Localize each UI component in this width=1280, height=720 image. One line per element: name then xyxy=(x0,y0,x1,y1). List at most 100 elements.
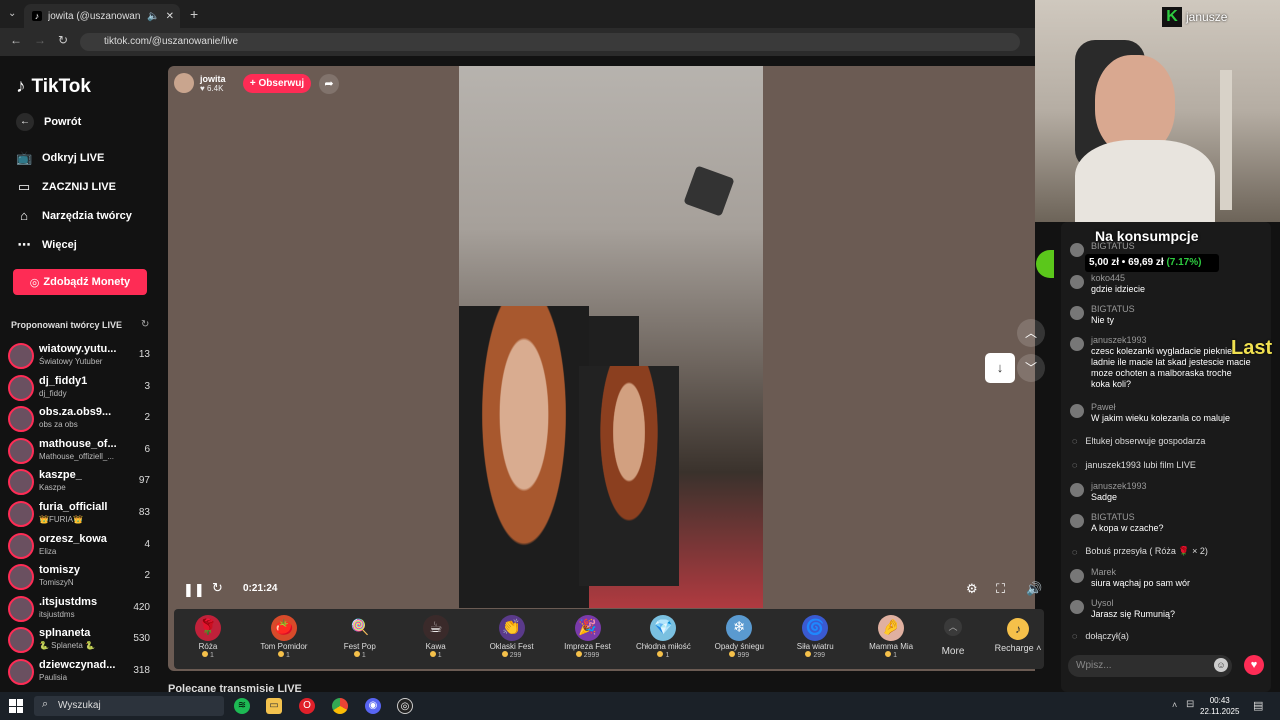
creator-item[interactable]: furia_officiall 👑FURIA👑 83 xyxy=(8,499,154,529)
chat-username[interactable]: koko445 xyxy=(1091,273,1125,283)
chrome-icon[interactable] xyxy=(332,698,348,714)
file-explorer-icon[interactable]: ▭ xyxy=(266,698,282,714)
video-camera-icon: ▭ xyxy=(17,179,31,194)
gift-name: Róża xyxy=(198,642,218,651)
tray-chevron-icon[interactable]: ˄ xyxy=(1172,700,1177,710)
obs-icon[interactable]: ◎ xyxy=(397,698,413,714)
settings-icon[interactable]: ⚙ xyxy=(966,581,978,597)
chat-input[interactable]: Wpisz... xyxy=(1068,655,1232,677)
creator-avatar xyxy=(8,532,34,559)
creator-item[interactable]: dj_fiddy1 dj_fiddy 3 xyxy=(8,373,154,403)
chat-username[interactable]: Uysol xyxy=(1091,598,1114,608)
new-tab-icon[interactable]: + xyxy=(190,6,198,22)
gift-item[interactable]: 🤌 Mamma Mia 1 xyxy=(856,610,926,668)
creator-item[interactable]: splnaneta 🐍 Splaneta 🐍 530 xyxy=(8,625,154,655)
gift-item[interactable]: ❄ Opady śniegu 999 xyxy=(704,610,774,668)
chat-username[interactable]: Marek xyxy=(1091,567,1116,577)
tab-list-icon[interactable]: ⌄ xyxy=(8,8,16,19)
forward-icon[interactable]: → xyxy=(34,33,46,47)
creator-item[interactable]: kaszpe_ Kaszpe 97 xyxy=(8,467,154,497)
event-icon: ◌ xyxy=(1072,546,1078,557)
refresh-icon[interactable]: ↻ xyxy=(141,319,149,330)
chat-username[interactable]: januszek1993 xyxy=(1091,335,1147,345)
gift-item[interactable]: 🌹 Róża 1 xyxy=(173,610,243,668)
creator-name: dj_fiddy1 xyxy=(39,374,88,387)
tiktok-logo[interactable]: ♪ TikTok xyxy=(16,76,91,98)
tab-close-icon[interactable]: ✕ xyxy=(166,11,174,22)
share-icon[interactable]: ➦ xyxy=(319,74,339,94)
creator-item[interactable]: obs.za.obs9... obs za obs 2 xyxy=(8,404,154,434)
back-link[interactable]: ← Powrót xyxy=(16,113,81,131)
nav-more[interactable]: ⋯ Więcej xyxy=(16,237,77,253)
creator-subtitle: Kaszpe xyxy=(39,483,66,493)
creator-subtitle: itsjustdms xyxy=(39,609,75,619)
gift-price: 299 xyxy=(477,651,547,659)
recharge-label: Recharge ˄ xyxy=(994,643,1042,653)
host-name: jowita xyxy=(200,73,226,84)
fullscreen-icon[interactable]: ⛶ xyxy=(996,581,1005,597)
chat-username[interactable]: BIGTATUS xyxy=(1091,512,1135,522)
host-info[interactable]: jowita ♥ 6.4K xyxy=(174,72,226,94)
network-icon[interactable]: ⊟ xyxy=(1186,699,1194,710)
creator-item[interactable]: .itsjustdms itsjustdms 420 xyxy=(8,594,154,624)
windows-start-icon[interactable] xyxy=(9,699,23,713)
creator-avatar xyxy=(8,469,34,496)
arrow-left-icon: ← xyxy=(16,113,34,131)
next-live-icon[interactable]: ﹀ xyxy=(1017,354,1045,382)
taskbar-search[interactable]: Wyszukaj xyxy=(34,696,224,716)
nav-start-live[interactable]: ▭ ZACZNIJ LIVE xyxy=(16,179,116,195)
opera-icon[interactable]: O xyxy=(299,698,315,714)
gift-name: Impreza Fest xyxy=(564,642,611,651)
like-heart-icon[interactable]: ♥ xyxy=(1244,655,1264,675)
reload-icon[interactable]: ↻ xyxy=(58,33,68,47)
creator-name: orzesz_kowa xyxy=(39,532,107,545)
creator-item[interactable]: mathouse_of... Mathouse_offiziell_... 6 xyxy=(8,436,154,466)
recharge-button[interactable]: ♪ Recharge ˄ xyxy=(990,610,1046,666)
chat-username[interactable]: januszek1993 xyxy=(1091,481,1147,491)
previous-live-icon[interactable]: ︿ xyxy=(1017,319,1045,347)
volume-icon[interactable]: 🔊 xyxy=(1026,581,1042,597)
gift-item[interactable]: 🌀 Siła wiatru 299 xyxy=(780,610,850,668)
chat-username[interactable]: BIGTATUS xyxy=(1091,304,1135,314)
creator-item[interactable]: dziewczynad... Paulisia 318 xyxy=(8,657,154,687)
creator-avatar xyxy=(8,374,34,401)
nav-discover-live[interactable]: 📺 Odkryj LIVE xyxy=(16,150,104,166)
creator-item[interactable]: wiatowy.yutu... Światowy Yutuber 13 xyxy=(8,341,154,371)
creator-viewers: 3 xyxy=(144,380,150,392)
gift-item[interactable]: 🍅 Tom Pomidor 1 xyxy=(249,610,319,668)
gift-item[interactable]: 💎 Chłodna miłość 1 xyxy=(628,610,698,668)
creator-item[interactable]: orzesz_kowa Eliza 4 xyxy=(8,531,154,561)
download-icon[interactable]: ↓ xyxy=(985,353,1015,383)
creator-avatar xyxy=(8,564,34,591)
gift-icon: ☕ xyxy=(422,615,449,641)
browser-tab[interactable]: ♪ jowita (@uszanowanie) pro... 🔈 ✕ xyxy=(24,4,180,28)
url-field[interactable]: tiktok.com/@uszanowanie/live xyxy=(80,33,1020,51)
overlay-last-label: Last xyxy=(1231,337,1273,359)
gift-item[interactable]: 👏 Oklaski Fest 299 xyxy=(477,610,547,668)
gift-item[interactable]: 🎉 Impreza Fest 2999 xyxy=(553,610,623,668)
nav-creator-tools[interactable]: ⌂ Narzędzia twórcy xyxy=(16,208,132,223)
tab-audio-icon[interactable]: 🔈 xyxy=(147,11,159,22)
gift-price: 1 xyxy=(173,651,243,659)
pause-icon[interactable]: ❚❚ xyxy=(183,582,205,598)
discord-icon[interactable]: ◉ xyxy=(365,698,381,714)
live-video-frame[interactable] xyxy=(459,66,763,608)
chat-text: Nie ty xyxy=(1091,315,1115,325)
taskbar-clock[interactable]: 00:43 22.11.2025 xyxy=(1200,695,1239,717)
get-coins-button[interactable]: ◎ Zdobądź Monety xyxy=(13,269,147,295)
notification-icon[interactable]: ▤ xyxy=(1253,699,1263,712)
back-icon[interactable]: ← xyxy=(10,33,22,47)
host-avatar[interactable] xyxy=(174,73,194,93)
refresh-stream-icon[interactable]: ↻ xyxy=(212,580,223,596)
follow-button[interactable]: + Obserwuj xyxy=(243,74,311,93)
creator-item[interactable]: tomiszy TomiszyN 2 xyxy=(8,562,154,592)
chat-avatar xyxy=(1070,243,1084,257)
gift-item[interactable]: ☕ Kawa 1 xyxy=(401,610,471,668)
chat-username[interactable]: Paweł xyxy=(1091,402,1116,412)
gift-item[interactable]: 🍭 Fest Pop 1 xyxy=(325,610,395,668)
more-gifts-button[interactable]: ︿ More xyxy=(918,612,988,666)
emoji-icon[interactable]: ☺ xyxy=(1214,658,1228,672)
spotify-icon[interactable]: ≋ xyxy=(234,698,250,714)
chat-avatar xyxy=(1070,600,1084,614)
chat-event: ◌ januszek1993 lubi film LIVE xyxy=(1072,460,1272,470)
